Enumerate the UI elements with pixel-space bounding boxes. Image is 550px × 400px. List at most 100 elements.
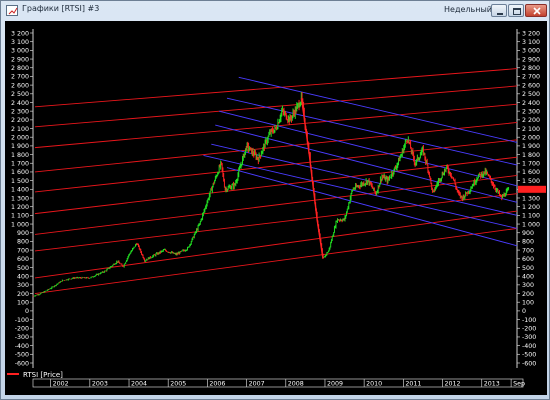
y-tick-label: 200 — [522, 291, 534, 298]
minimize-button[interactable] — [491, 4, 507, 17]
y-tick-label: 600 — [522, 256, 534, 263]
y-tick-label: 2 900 — [522, 56, 540, 63]
y-tick-label: 500 — [17, 265, 29, 272]
y-tick-label: 2 400 — [522, 100, 540, 107]
y-tick-label: 2 200 — [11, 117, 29, 124]
y-tick-label: 1 000 — [522, 221, 540, 228]
y-tick-label: 1 200 — [11, 204, 29, 211]
y-tick-label: -400 — [522, 343, 536, 350]
y-tick-label: 1 900 — [11, 143, 29, 150]
x-tick-label: 2003 — [92, 381, 108, 388]
x-tick-label: 2013 — [484, 381, 500, 388]
x-tick-label: 2010 — [366, 381, 382, 388]
y-tick-label: 2 500 — [11, 91, 29, 98]
y-tick-label: 1 900 — [522, 143, 540, 150]
y-tick-label: 500 — [522, 265, 534, 272]
y-tick-label: -100 — [522, 317, 536, 324]
y-tick-label: 400 — [17, 273, 29, 280]
y-tick-label: 1 600 — [522, 169, 540, 176]
y-tick-label: 1 500 — [522, 178, 540, 185]
last-price-marker — [518, 185, 546, 193]
y-tick-label: 900 — [522, 230, 534, 237]
y-tick-label: -500 — [522, 352, 536, 359]
last-price-box — [518, 185, 546, 193]
y-tick-label: 1 100 — [11, 213, 29, 220]
y-tick-label: 600 — [17, 256, 29, 263]
close-button[interactable] — [525, 4, 547, 17]
x-tick-label: 2009 — [327, 381, 343, 388]
legend-label: RTSI [Price] — [23, 371, 63, 379]
y-tick-label: 0 — [522, 308, 526, 315]
y-tick-label: 2 400 — [11, 100, 29, 107]
x-tick-label: Sep — [513, 381, 525, 388]
y-tick-label: 2 000 — [522, 135, 540, 142]
y-tick-label: 2 000 — [11, 135, 29, 142]
y-tick-label: 3 200 — [522, 30, 540, 37]
x-tick-label: 2004 — [131, 381, 147, 388]
y-tick-label: 1 200 — [522, 204, 540, 211]
y-tick-label: 2 500 — [522, 91, 540, 98]
y-tick-label: -500 — [15, 352, 29, 359]
chart-app-icon — [6, 5, 18, 16]
y-tick-label: 2 100 — [522, 126, 540, 133]
y-tick-label: 1 700 — [522, 161, 540, 168]
x-tick-label: 2012 — [445, 381, 461, 388]
x-tick-label: 2002 — [53, 381, 69, 388]
y-tick-label: 1 700 — [11, 161, 29, 168]
window-title: Графики [RTSI] #3 — [22, 4, 100, 13]
chart-window: Графики [RTSI] #3 Недельный ▼ -600-500-4… — [0, 0, 550, 400]
y-tick-label: 100 — [522, 300, 534, 307]
y-tick-label: 2 900 — [11, 56, 29, 63]
y-tick-label: 400 — [522, 273, 534, 280]
y-tick-label: 1 300 — [522, 195, 540, 202]
y-tick-label: 1 400 — [11, 187, 29, 194]
y-tick-label: 700 — [522, 247, 534, 254]
y-tick-label: 800 — [522, 239, 534, 246]
x-tick-label: 2008 — [288, 381, 304, 388]
y-tick-label: 2 200 — [522, 117, 540, 124]
y-tick-label: 200 — [17, 291, 29, 298]
y-tick-label: 3 200 — [11, 30, 29, 37]
y-tick-label: -200 — [522, 326, 536, 333]
y-tick-label: 1 800 — [522, 152, 540, 159]
y-tick-label: -300 — [15, 334, 29, 341]
y-tick-label: 3 100 — [522, 39, 540, 46]
period-selector[interactable]: Недельный — [444, 5, 492, 14]
y-tick-label: 800 — [17, 239, 29, 246]
x-tick-label: 2005 — [170, 381, 186, 388]
y-tick-label: 2 600 — [11, 82, 29, 89]
y-tick-label: -400 — [15, 343, 29, 350]
y-tick-label: 700 — [17, 247, 29, 254]
y-tick-label: 2 800 — [522, 65, 540, 72]
y-tick-label: 0 — [25, 308, 29, 315]
y-tick-label: 900 — [17, 230, 29, 237]
y-tick-label: -100 — [15, 317, 29, 324]
y-tick-label: 2 100 — [11, 126, 29, 133]
y-tick-label: 3 100 — [11, 39, 29, 46]
title-bar[interactable]: Графики [RTSI] #3 Недельный ▼ — [1, 1, 549, 21]
y-tick-label: 2 800 — [11, 65, 29, 72]
y-tick-label: 1 800 — [11, 152, 29, 159]
y-tick-label: 1 100 — [522, 213, 540, 220]
y-tick-label: -200 — [15, 326, 29, 333]
y-tick-label: 3 000 — [522, 48, 540, 55]
y-tick-label: -300 — [522, 334, 536, 341]
x-tick-label: 2006 — [209, 381, 225, 388]
y-tick-label: -600 — [522, 360, 536, 367]
y-tick-label: 1 300 — [11, 195, 29, 202]
y-tick-label: 2 600 — [522, 82, 540, 89]
x-tick-label: 2011 — [405, 381, 421, 388]
y-tick-label: -600 — [15, 360, 29, 367]
y-tick-label: 2 700 — [11, 74, 29, 81]
y-tick-label: 2 700 — [522, 74, 540, 81]
chart-area[interactable]: -600-500-400-300-200-1000100200300400500… — [5, 21, 547, 395]
y-tick-label: 300 — [522, 282, 534, 289]
y-tick-label: 1 500 — [11, 178, 29, 185]
x-tick-label: 2007 — [249, 381, 265, 388]
y-tick-label: 2 300 — [11, 108, 29, 115]
y-tick-label: 2 300 — [522, 108, 540, 115]
y-tick-label: 100 — [17, 300, 29, 307]
y-tick-label: 1 600 — [11, 169, 29, 176]
y-tick-label: 300 — [17, 282, 29, 289]
maximize-button[interactable] — [508, 4, 524, 17]
